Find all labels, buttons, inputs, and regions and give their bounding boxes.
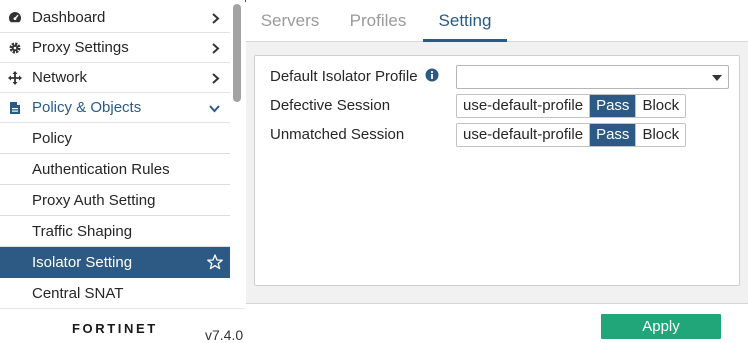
sidebar-subitem-label: Policy — [32, 130, 73, 147]
unmatched-session-options: use-default-profile Pass Block — [456, 123, 687, 147]
policy-icon — [10, 102, 20, 114]
gear-icon — [9, 42, 21, 54]
sidebar-subitem-label: Authentication Rules — [32, 161, 170, 178]
sidebar-item-network[interactable]: Network — [0, 63, 230, 93]
sidebar-item-label: Dashboard — [32, 9, 106, 26]
tab-profiles[interactable]: Profiles — [342, 0, 414, 42]
active-tab-indicator — [423, 39, 507, 42]
sidebar-item-policy-objects[interactable]: Policy & Objects — [0, 93, 230, 123]
sidebar-subitem-label: Isolator Setting — [32, 254, 133, 271]
unmatched-session-use-default-profile[interactable]: use-default-profile — [457, 124, 591, 146]
default-isolator-profile-select[interactable] — [456, 65, 729, 89]
info-icon[interactable] — [425, 68, 439, 82]
star-icon[interactable] — [207, 254, 223, 270]
version-label: v7.4.0 — [205, 327, 244, 343]
chevron-right-icon — [212, 13, 220, 24]
sidebar-subitem-proxy-auth-setting[interactable]: Proxy Auth Setting — [0, 185, 230, 216]
defective-session-pass[interactable]: Pass — [590, 95, 637, 117]
sidebar-subitem-label: Traffic Shaping — [32, 223, 133, 240]
network-arrows-icon — [8, 71, 22, 85]
default-isolator-profile-label: Default Isolator Profile — [270, 68, 418, 85]
unmatched-session-label: Unmatched Session — [270, 126, 405, 143]
sidebar-subitem-central-snat[interactable]: Central SNAT — [0, 278, 230, 308]
tab-setting[interactable]: Setting — [423, 0, 507, 42]
tab-bar: Servers Profiles Setting — [246, 0, 748, 42]
defective-session-options: use-default-profile Pass Block — [456, 94, 687, 118]
footer-bar: Apply — [246, 303, 748, 343]
svg-text:FORTINET: FORTINET — [72, 321, 158, 335]
sidebar-menu: Dashboard Proxy Settings Network Policy … — [0, 0, 230, 308]
tab-servers[interactable]: Servers — [250, 0, 330, 42]
sidebar-subitem-label: Central SNAT — [32, 285, 124, 302]
sidebar-item-label: Proxy Settings — [32, 39, 129, 56]
apply-button[interactable]: Apply — [601, 314, 721, 339]
sidebar-scrollbar-thumb[interactable] — [233, 4, 241, 102]
sidebar-item-proxy-settings[interactable]: Proxy Settings — [0, 33, 230, 63]
unmatched-session-pass[interactable]: Pass — [590, 124, 637, 146]
sidebar-subitem-label: Proxy Auth Setting — [32, 192, 156, 209]
chevron-right-icon — [212, 73, 220, 84]
dashboard-icon — [8, 12, 22, 23]
fortinet-logo: FORTINET — [72, 321, 158, 335]
defective-session-label: Defective Session — [270, 97, 391, 114]
settings-panel: Default Isolator Profile Defective Sessi… — [254, 55, 740, 286]
sidebar-subitem-traffic-shaping[interactable]: Traffic Shaping — [0, 216, 230, 247]
sidebar-item-dashboard[interactable]: Dashboard — [0, 3, 230, 33]
sidebar: Dashboard Proxy Settings Network Policy … — [0, 0, 245, 343]
sidebar-subitem-policy[interactable]: Policy — [0, 123, 230, 154]
chevron-down-icon — [209, 105, 220, 113]
unmatched-session-block[interactable]: Block — [636, 124, 686, 146]
sidebar-item-label: Network — [32, 69, 88, 86]
sidebar-item-label: Policy & Objects — [32, 99, 142, 116]
chevron-right-icon — [212, 43, 220, 54]
dropdown-caret-icon — [712, 75, 722, 81]
sidebar-subitem-authentication-rules[interactable]: Authentication Rules — [0, 154, 230, 185]
sidebar-subitem-isolator-setting[interactable]: Isolator Setting — [0, 247, 230, 278]
defective-session-block[interactable]: Block — [636, 95, 686, 117]
main-content: Servers Profiles Setting Default Isolato… — [246, 0, 748, 343]
defective-session-use-default-profile[interactable]: use-default-profile — [457, 95, 591, 117]
sidebar-footer: FORTINET v7.4.0 — [0, 308, 245, 343]
